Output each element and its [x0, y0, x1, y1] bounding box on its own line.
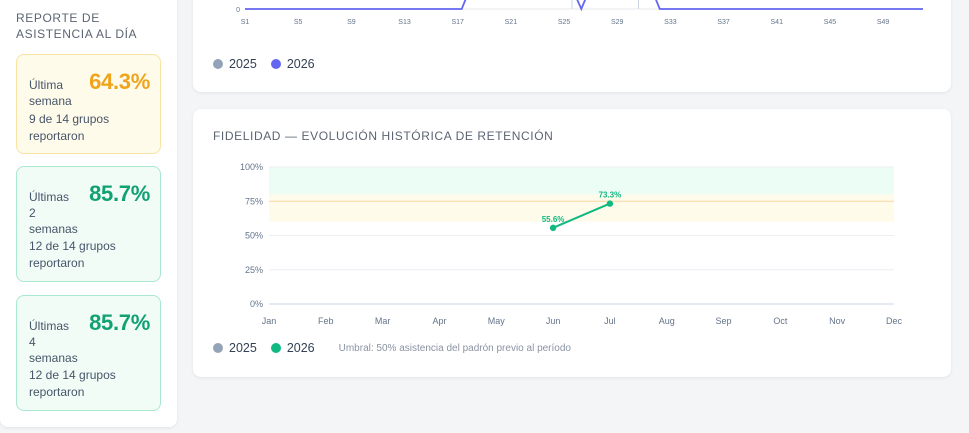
threshold-note: Umbral: 50% asistencia del padrón previo… [338, 342, 571, 354]
x-tick-label: S13 [398, 19, 411, 26]
y-tick-label: 100% [240, 162, 263, 172]
stat-card-last-2-weeks: Últimas 2 semanas 85.7% 12 de 14 grupos … [16, 166, 161, 282]
x-tick-label: S45 [824, 19, 837, 26]
legend-item-2025[interactable]: 2025 [213, 57, 257, 71]
weekly-attendance-chart: 0S1 S5 S9 S13 S17 S21 S25 S29 S33 S37 S41 S45 S49 [236, 0, 923, 26]
x-tick-label: S21 [505, 19, 518, 26]
x-tick-label: S37 [717, 19, 730, 26]
x-tick-label: Jan [262, 316, 277, 326]
legend-dot-icon [213, 59, 223, 69]
threshold-band [269, 167, 894, 195]
stat-card-last-4-weeks: Últimas 4 semanas 85.7% 12 de 14 grupos … [16, 295, 161, 411]
x-tick-label: Mar [375, 316, 391, 326]
legend-label: 2026 [286, 341, 315, 355]
y-tick-label: 0 [236, 7, 240, 14]
x-tick-label: Nov [829, 316, 846, 326]
retention-legend: 2025 2026 Umbral: 50% asistencia del pad… [213, 341, 571, 355]
stat-groups: 12 de 14 grupos reportaron [29, 239, 116, 270]
y-tick-label: 75% [245, 196, 263, 206]
legend-label: 2026 [286, 57, 315, 71]
attendance-sidebar: REPORTE DE ASISTENCIA AL DÍA Última sema… [0, 0, 177, 427]
series-line-2026 [245, 0, 923, 12]
stat-groups: 12 de 14 grupos reportaron [29, 368, 116, 399]
x-tick-label: S17 [451, 19, 464, 26]
x-tick-label: Aug [659, 316, 675, 326]
legend-item-2026[interactable]: 2026 [270, 57, 315, 71]
x-tick-label: Oct [773, 316, 788, 326]
stat-value: 85.7% [89, 181, 150, 206]
x-tick-label: S49 [877, 19, 890, 26]
data-label: 55.6% [542, 215, 565, 224]
y-tick-label: 50% [245, 231, 263, 241]
x-tick-label: S29 [611, 19, 624, 26]
legend-label: 2025 [229, 57, 257, 71]
stat-groups: 9 de 14 grupos reportaron [29, 112, 110, 143]
threshold-band [269, 194, 894, 222]
x-tick-label: Feb [318, 316, 334, 326]
legend-dot-icon [270, 59, 281, 69]
x-tick-label: S1 [241, 19, 250, 26]
x-tick-label: S33 [664, 19, 677, 26]
retention-chart: 0% 25% 50% 75% 100% Jan Feb Mar Apr May Jun Jul Aug S… [240, 162, 903, 326]
stat-value: 85.7% [89, 310, 150, 335]
data-point [549, 224, 557, 232]
x-tick-label: Sep [716, 316, 732, 326]
y-tick-label: 0% [250, 299, 263, 309]
x-tick-label: S41 [771, 19, 784, 26]
x-tick-label: Dec [886, 316, 903, 326]
data-label: 73.3% [599, 191, 622, 200]
x-tick-label: Apr [432, 316, 446, 326]
x-tick-label: Jul [604, 316, 616, 326]
stat-label: Última semana [29, 78, 72, 108]
legend-dot-icon [270, 343, 281, 353]
stat-label: Últimas 4 semanas [29, 319, 78, 365]
weekly-legend: 2025 2026 [213, 57, 329, 71]
stat-value: 64.3% [89, 69, 150, 94]
stat-label: Últimas 2 semanas [29, 190, 78, 236]
sidebar-title: REPORTE DE ASISTENCIA AL DÍA [16, 11, 138, 41]
x-tick-label: S25 [558, 19, 571, 26]
x-tick-label: S9 [347, 19, 356, 26]
x-tick-label: May [488, 316, 506, 326]
stat-card-last-week: Última semana 64.3% 9 de 14 grupos repor… [16, 54, 161, 154]
legend-item-2026[interactable]: 2026 [270, 341, 315, 355]
data-point [606, 200, 614, 207]
x-tick-label: Jun [546, 316, 561, 326]
legend-label: 2025 [229, 341, 257, 355]
retention-panel: FIDELIDAD — EVOLUCIÓN HISTÓRICA DE RETEN… [193, 109, 951, 377]
legend-item-2025[interactable]: 2025 [213, 341, 257, 355]
x-tick-label: S5 [294, 19, 303, 26]
legend-dot-icon [213, 343, 223, 353]
weekly-attendance-panel: 0 S1 S5 S9 S13 S17 S21 S25 S29 S33 S37 S41 S45 S49 20… [193, 0, 951, 92]
y-tick-label: 25% [245, 265, 263, 275]
